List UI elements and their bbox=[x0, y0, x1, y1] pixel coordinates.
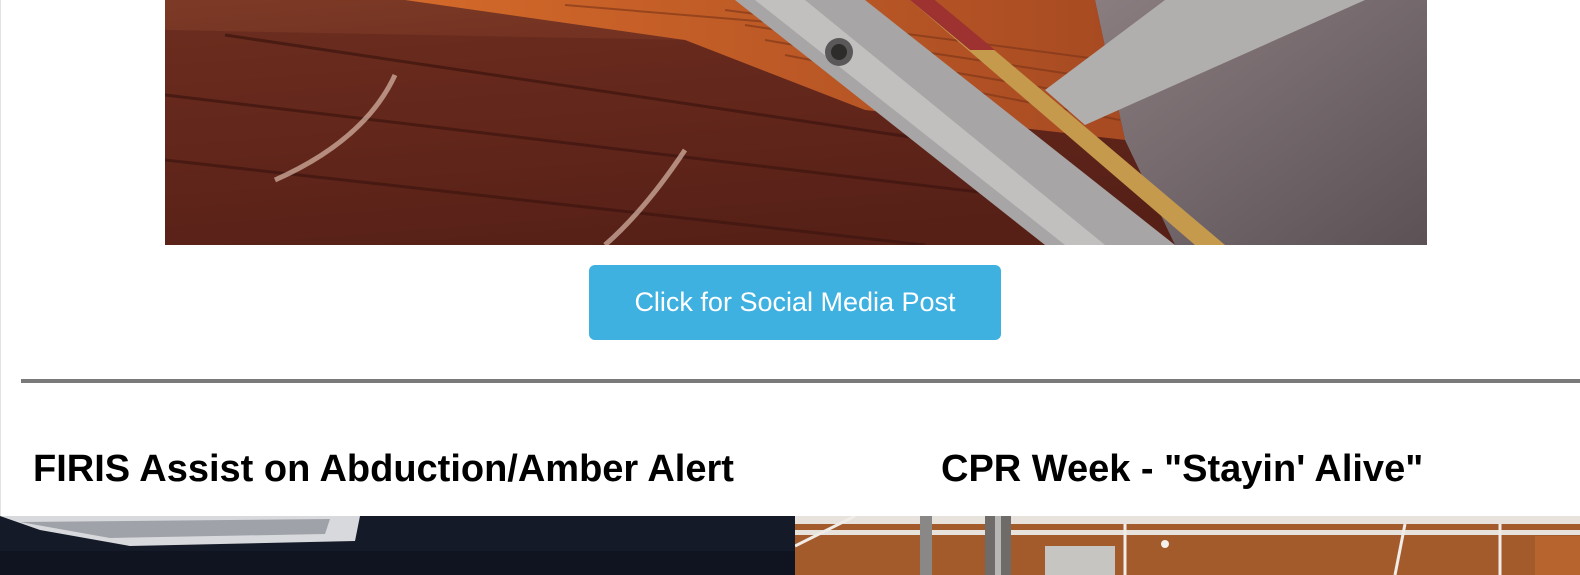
article-title-cpr-week: CPR Week - "Stayin' Alive" bbox=[941, 448, 1424, 490]
article-image-firis[interactable] bbox=[0, 516, 795, 575]
section-divider bbox=[21, 379, 1580, 383]
page-left-border bbox=[0, 0, 1, 575]
hero-image bbox=[165, 0, 1427, 245]
newsletter-page: Click for Social Media Post FIRIS Assist… bbox=[0, 0, 1580, 575]
social-media-post-button[interactable]: Click for Social Media Post bbox=[589, 265, 1001, 340]
article-image-cpr-week[interactable] bbox=[795, 516, 1580, 575]
article-title-firis: FIRIS Assist on Abduction/Amber Alert bbox=[33, 448, 734, 490]
